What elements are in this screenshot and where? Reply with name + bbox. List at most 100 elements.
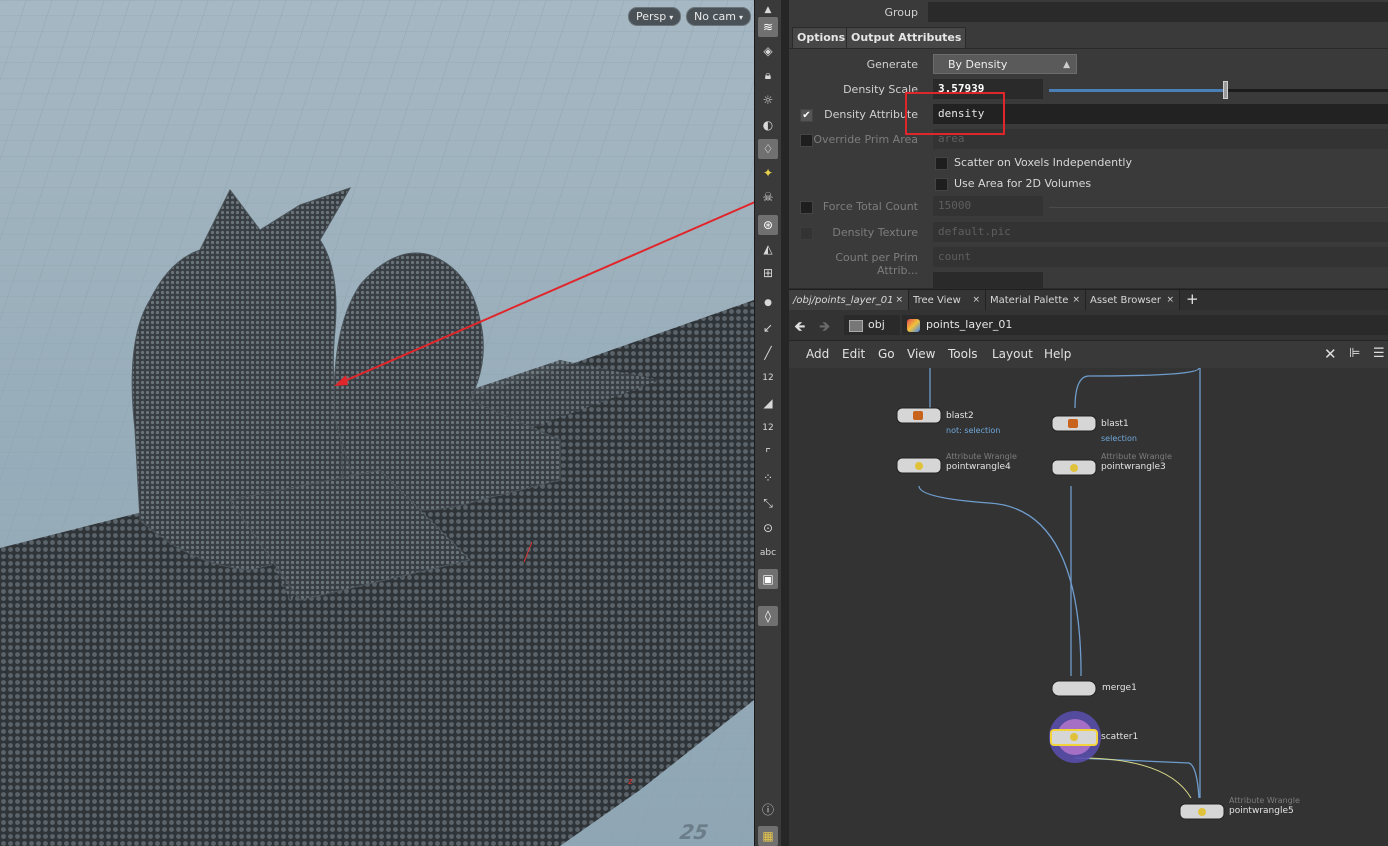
bulb-icon[interactable]: ☼ xyxy=(758,90,778,110)
close-icon[interactable]: × xyxy=(972,290,980,311)
max-points-field[interactable] xyxy=(933,272,1043,288)
density-scale-slider-handle[interactable] xyxy=(1223,81,1229,99)
annotation-highlight-box xyxy=(905,92,1005,135)
density-attribute-label: Density Attribute xyxy=(824,108,918,121)
density-scale-slider-fill xyxy=(1049,89,1226,92)
toolbar-scroll-up-icon[interactable]: ▲ xyxy=(758,4,778,16)
node-pointwrangle3-type: Attribute Wrangle xyxy=(1101,452,1172,461)
generate-menu[interactable]: By Density ▲ xyxy=(933,54,1077,74)
count-per-prim-field[interactable]: count xyxy=(933,247,1388,267)
updown-arrow-icon: ▲ xyxy=(1063,60,1070,70)
light-icon[interactable]: ♢ xyxy=(758,139,778,159)
display-options-icon[interactable]: ≋ xyxy=(758,17,778,37)
menu-add[interactable]: Add xyxy=(806,341,829,368)
tab-asset-browser[interactable]: Asset Browser × xyxy=(1086,290,1180,311)
light-bulb-icon[interactable]: ✦ xyxy=(758,163,778,183)
node-pointwrangle4-name[interactable]: pointwrangle4 xyxy=(946,462,1011,472)
scatter-on-voxels-label: Scatter on Voxels Independently xyxy=(954,156,1132,169)
tab-label: Material Palette xyxy=(990,295,1069,306)
tab-tree-view[interactable]: Tree View × xyxy=(909,290,986,311)
camera-persp-button[interactable]: Persp ▾ xyxy=(628,7,682,26)
density-scale-label: Density Scale xyxy=(843,83,918,96)
force-total-count-slider[interactable] xyxy=(1049,207,1388,208)
tab-output-attributes[interactable]: Output Attributes xyxy=(846,27,967,49)
shading-icon[interactable]: ◐ xyxy=(758,115,778,135)
node-blast1-info: selection xyxy=(1101,434,1137,443)
close-icon[interactable]: × xyxy=(1166,290,1174,311)
menu-help[interactable]: Help xyxy=(1044,341,1071,368)
background-icon[interactable]: ▣ xyxy=(758,569,778,589)
lock-icon[interactable]: 🔒︎ xyxy=(758,65,778,85)
menu-tools[interactable]: Tools xyxy=(948,341,978,368)
force-total-count-label: Force Total Count xyxy=(822,200,918,213)
node-scatter1-name[interactable]: scatter1 xyxy=(1101,732,1138,742)
layout-icon[interactable]: ▦ xyxy=(758,826,778,846)
ghost-icon[interactable]: ◈ xyxy=(758,41,778,61)
node-pointwrangle5-type: Attribute Wrangle xyxy=(1229,796,1300,805)
node-pointwrangle5-name[interactable]: pointwrangle5 xyxy=(1229,806,1294,816)
tab-label: Asset Browser xyxy=(1090,295,1162,306)
corner-icon[interactable]: ⌜ xyxy=(758,443,778,463)
template-icon[interactable]: ◭ xyxy=(758,239,778,259)
menu-edit[interactable]: Edit xyxy=(842,341,865,368)
scatter-on-voxels-checkbox[interactable] xyxy=(935,157,948,170)
network-editor[interactable]: blast2 not: selection Attribute Wrangle … xyxy=(789,368,1388,846)
forward-arrow-icon[interactable]: 🡺 xyxy=(819,316,830,340)
count-per-prim-label: Count per Prim Attrib... xyxy=(835,251,918,277)
pane-splitter[interactable] xyxy=(781,0,789,846)
number-12b-icon[interactable]: 12 xyxy=(758,418,778,438)
node-pointwrangle3-name[interactable]: pointwrangle3 xyxy=(1101,462,1166,472)
skull-icon[interactable]: ☠ xyxy=(758,187,778,207)
tab-divider xyxy=(789,48,1388,49)
back-arrow-icon[interactable]: 🡸 xyxy=(794,316,805,340)
place-icon[interactable]: ◊ xyxy=(758,606,778,626)
density-texture-field[interactable]: default.pic xyxy=(933,222,1388,242)
paint-icon[interactable]: ◢ xyxy=(758,393,778,413)
brush-icon[interactable]: ╱ xyxy=(758,343,778,363)
wrench-icon[interactable]: ✕ xyxy=(1324,345,1337,363)
menu-go[interactable]: Go xyxy=(878,341,895,368)
tab-options[interactable]: Options xyxy=(792,27,851,49)
node-blast1-name[interactable]: blast1 xyxy=(1101,419,1129,429)
menu-view[interactable]: View xyxy=(907,341,935,368)
camera-select-label: No cam xyxy=(694,10,736,23)
circle-icon[interactable]: ⊙ xyxy=(758,518,778,538)
3d-viewport[interactable]: Persp ▾ No cam ▾ 25 z xyxy=(0,0,754,846)
use-area-2d-label: Use Area for 2D Volumes xyxy=(954,177,1092,190)
point-icon[interactable]: ● xyxy=(758,293,778,313)
group-field[interactable] xyxy=(928,2,1388,22)
render-icon[interactable]: ⊛ xyxy=(758,215,778,235)
density-scale-slider[interactable] xyxy=(1049,81,1388,99)
path-obj-label: obj xyxy=(868,318,885,331)
info-icon[interactable]: ⓘ xyxy=(758,800,778,820)
tab-material-palette[interactable]: Material Palette × xyxy=(986,290,1086,311)
path-points-layer-label: points_layer_01 xyxy=(926,318,1013,331)
use-area-2d-checkbox[interactable] xyxy=(935,178,948,191)
tab-obj-points-layer[interactable]: /obj/points_layer_01 × xyxy=(789,290,909,311)
list-view-icon[interactable]: ☰ xyxy=(1373,346,1385,361)
text-label-icon[interactable]: abc xyxy=(758,543,778,563)
node-pointwrangle4-type: Attribute Wrangle xyxy=(946,452,1017,461)
tree-list-icon[interactable]: ⊫ xyxy=(1349,346,1360,361)
tab-label: Tree View xyxy=(913,295,961,306)
chevron-down-icon: ▾ xyxy=(669,13,674,22)
generate-value: By Density xyxy=(948,58,1008,71)
menu-layout[interactable]: Layout xyxy=(992,341,1033,368)
close-icon[interactable]: × xyxy=(1072,290,1080,311)
force-total-count-field[interactable]: 15000 xyxy=(933,196,1043,216)
path-points-layer[interactable]: points_layer_01 xyxy=(902,315,1388,335)
camera-select-button[interactable]: No cam ▾ xyxy=(686,7,751,26)
grid-points-icon[interactable]: ⁘ xyxy=(758,468,778,488)
close-icon[interactable]: × xyxy=(895,290,903,311)
axis-z-label: z xyxy=(628,777,633,787)
node-merge1-name[interactable]: merge1 xyxy=(1102,683,1137,693)
add-tab-button[interactable]: + xyxy=(1186,290,1199,309)
node-blast2-name[interactable]: blast2 xyxy=(946,411,974,421)
normal-icon[interactable]: ↙ xyxy=(758,318,778,338)
measure-icon[interactable]: ⤡ xyxy=(758,493,778,513)
number-12-icon[interactable]: 12 xyxy=(758,368,778,388)
network-tab-bar: /obj/points_layer_01 × Tree View × Mater… xyxy=(789,289,1388,311)
snapshot-icon[interactable]: ⊞ xyxy=(758,263,778,283)
camera-persp-label: Persp xyxy=(636,10,667,23)
generate-label: Generate xyxy=(866,58,918,71)
